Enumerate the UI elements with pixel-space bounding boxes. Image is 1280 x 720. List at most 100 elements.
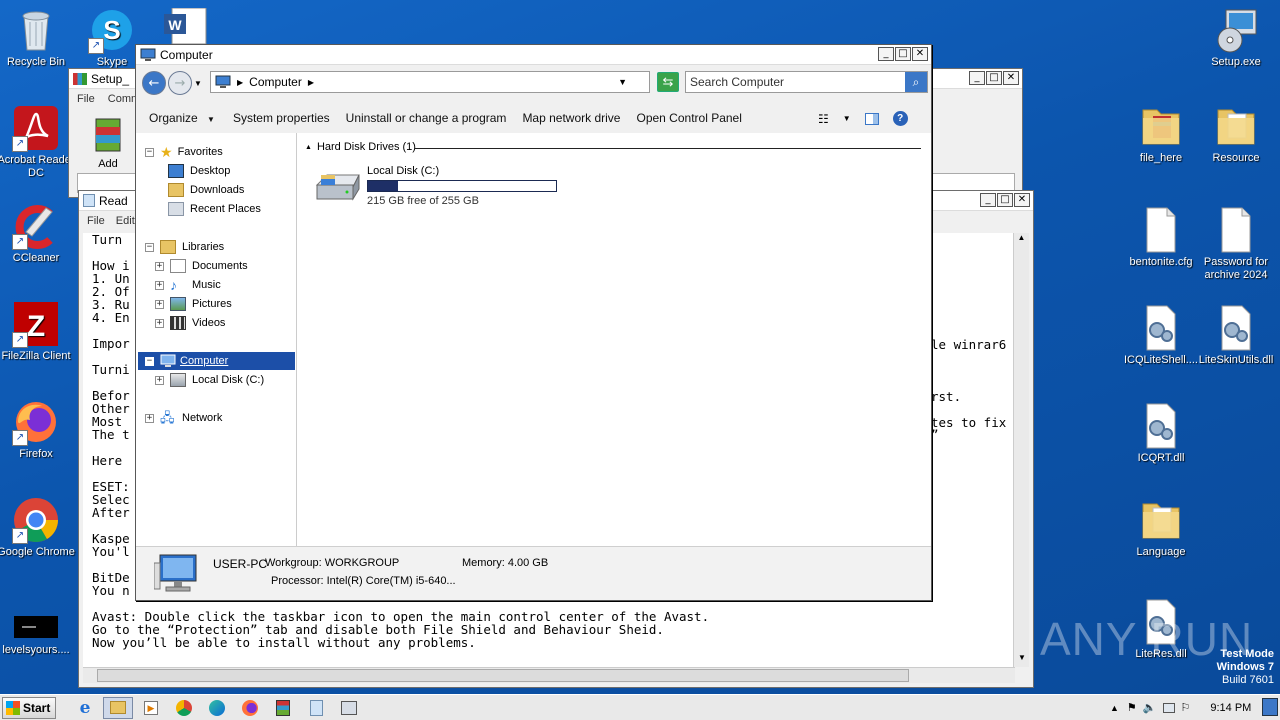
flag-icon[interactable]: ⚐ — [1181, 701, 1191, 714]
desktop-icon-liteskinutils[interactable]: LiteSkinUtils.dll — [1196, 304, 1276, 367]
forward-button[interactable]: → — [168, 71, 192, 95]
refresh-button[interactable]: ⇆ — [657, 72, 679, 92]
breadcrumb-arrow-icon[interactable]: ▶ — [308, 78, 314, 87]
clock[interactable]: 9:14 PM — [1210, 702, 1251, 714]
system-properties-button[interactable]: System properties — [225, 111, 338, 125]
taskbar-winrar-icon[interactable] — [268, 697, 298, 719]
nav-desktop[interactable]: Desktop — [168, 162, 230, 180]
help-icon[interactable]: ? — [892, 111, 908, 126]
pictures-icon — [170, 297, 186, 311]
expand-icon[interactable]: + — [145, 413, 154, 423]
menu-file[interactable]: File — [87, 215, 105, 227]
group-header[interactable]: ▲ Hard Disk Drives (1) — [305, 141, 416, 153]
change-view-icon[interactable]: ☷ — [818, 112, 829, 126]
winrar-icon — [73, 72, 87, 85]
show-hidden-icons[interactable]: ▲ — [1110, 703, 1119, 713]
back-button[interactable]: ← — [142, 71, 166, 95]
nav-recent-places[interactable]: Recent Places — [168, 200, 261, 218]
desktop-icon-firefox[interactable]: Firefox — [0, 398, 76, 461]
desktop-icon-chrome[interactable]: Google Chrome — [0, 496, 76, 559]
desktop-icon-levelsyours[interactable]: levelsyours.... — [0, 612, 76, 657]
horizontal-scrollbar[interactable] — [83, 667, 1015, 683]
taskbar-setup-icon[interactable] — [334, 697, 364, 719]
expand-icon[interactable]: + — [155, 318, 164, 328]
scrollbar-thumb[interactable] — [97, 669, 909, 682]
collapse-icon[interactable]: − — [145, 356, 154, 366]
nav-local-disk[interactable]: + Local Disk (C:) — [155, 371, 264, 389]
breadcrumb-arrow-icon[interactable]: ▶ — [237, 78, 243, 87]
network-tray-icon[interactable] — [1162, 702, 1175, 713]
desktop-icon-language[interactable]: Language — [1121, 496, 1201, 559]
explorer-titlebar[interactable]: Computer — [136, 45, 931, 65]
nav-favorites[interactable]: − ★ Favorites — [145, 143, 223, 161]
close-button[interactable]: ✕ — [912, 47, 928, 61]
taskbar-firefox-icon[interactable] — [235, 697, 265, 719]
local-disk-item[interactable]: Local Disk (C:) 215 GB free of 255 GB — [313, 163, 573, 209]
nav-libraries[interactable]: − Libraries — [145, 238, 224, 256]
start-button[interactable]: Start — [2, 696, 56, 719]
expand-icon[interactable]: + — [155, 375, 164, 385]
address-dropdown-icon[interactable]: ▼ — [618, 77, 627, 87]
desktop-icon-ccleaner[interactable]: CCleaner — [0, 202, 76, 265]
preview-pane-icon[interactable] — [864, 112, 879, 125]
expand-icon[interactable]: + — [155, 299, 164, 309]
organize-button[interactable]: Organize ▼ — [136, 111, 223, 125]
breadcrumb-computer[interactable]: Computer — [249, 75, 302, 89]
desktop-icon-file-here[interactable]: file_here — [1121, 102, 1201, 165]
map-network-drive-button[interactable]: Map network drive — [514, 111, 628, 125]
maximize-button[interactable]: □ — [986, 71, 1002, 85]
chevron-down-icon[interactable]: ▼ — [843, 114, 851, 123]
open-control-panel-button[interactable]: Open Control Panel — [628, 111, 749, 125]
nav-computer[interactable]: − Computer — [138, 352, 295, 370]
collapse-icon[interactable]: − — [145, 147, 154, 157]
expand-icon[interactable]: + — [155, 261, 164, 271]
collapse-group-icon[interactable]: ▲ — [305, 144, 312, 151]
explorer-window[interactable]: Computer _ □ ✕ ← → ▼ ▶ Computer ▶ ▼ ⇆ Se… — [135, 44, 932, 601]
explorer-title: Computer — [160, 47, 213, 62]
taskbar-media-player-icon[interactable]: ▶ — [136, 697, 166, 719]
search-input[interactable]: Search Computer ⌕ — [685, 71, 928, 93]
close-button[interactable]: ✕ — [1014, 193, 1030, 207]
desktop-icon-acrobat[interactable]: Acrobat Reader DC — [0, 104, 76, 180]
minimize-button[interactable]: _ — [878, 47, 894, 61]
action-center-icon[interactable]: ⚑ — [1127, 701, 1137, 714]
uninstall-program-button[interactable]: Uninstall or change a program — [338, 111, 515, 125]
nav-network[interactable]: + 🖧 Network — [145, 409, 222, 427]
desktop-icon-resource[interactable]: Resource — [1196, 102, 1276, 165]
word-document-icon[interactable]: W — [164, 7, 210, 45]
nav-pictures[interactable]: + Pictures — [155, 295, 232, 313]
maximize-button[interactable]: □ — [997, 193, 1013, 207]
maximize-button[interactable]: □ — [895, 47, 911, 61]
desktop-icon-password[interactable]: Password for archive 2024 — [1196, 206, 1276, 282]
collapse-icon[interactable]: − — [145, 242, 154, 252]
recent-pages-dropdown[interactable]: ▼ — [194, 79, 202, 88]
search-icon[interactable]: ⌕ — [905, 72, 927, 92]
desktop-icon-bentonite[interactable]: bentonite.cfg — [1121, 206, 1201, 269]
menu-edit[interactable]: Edit — [116, 215, 135, 227]
taskbar-notepad-icon[interactable] — [301, 697, 331, 719]
taskbar-chrome-icon[interactable] — [169, 697, 199, 719]
volume-icon[interactable]: 🔈 — [1143, 701, 1157, 714]
nav-downloads[interactable]: Downloads — [168, 181, 244, 199]
minimize-button[interactable]: _ — [969, 71, 985, 85]
taskbar-ie-icon[interactable]: e — [70, 697, 100, 719]
desktop-icon-icqliteshell[interactable]: ICQLiteShell.... — [1121, 304, 1201, 367]
add-button[interactable]: Add — [91, 117, 125, 170]
address-bar[interactable]: ▶ Computer ▶ ▼ — [210, 71, 650, 93]
show-desktop-button[interactable] — [1262, 698, 1278, 716]
nav-documents[interactable]: + Documents — [155, 257, 248, 275]
expand-icon[interactable]: + — [155, 280, 164, 290]
minimize-button[interactable]: _ — [980, 193, 996, 207]
desktop-icon-filezilla[interactable]: Z FileZilla Client — [0, 300, 76, 363]
desktop-icon-setup-exe[interactable]: Setup.exe — [1196, 6, 1276, 69]
nav-videos[interactable]: + Videos — [155, 314, 225, 332]
desktop-icon-icqrt[interactable]: ICQRT.dll — [1121, 402, 1201, 465]
close-button[interactable]: ✕ — [1003, 71, 1019, 85]
vertical-scrollbar[interactable]: ▲ ▼ — [1013, 233, 1029, 667]
nav-music[interactable]: + ♪ Music — [155, 276, 221, 294]
taskbar-explorer-icon[interactable] — [103, 696, 133, 719]
desktop-icon-recycle-bin[interactable]: Recycle Bin — [0, 6, 76, 69]
menu-file[interactable]: File — [77, 93, 95, 105]
taskbar-edge-icon[interactable] — [202, 697, 232, 719]
group-divider — [415, 148, 921, 149]
